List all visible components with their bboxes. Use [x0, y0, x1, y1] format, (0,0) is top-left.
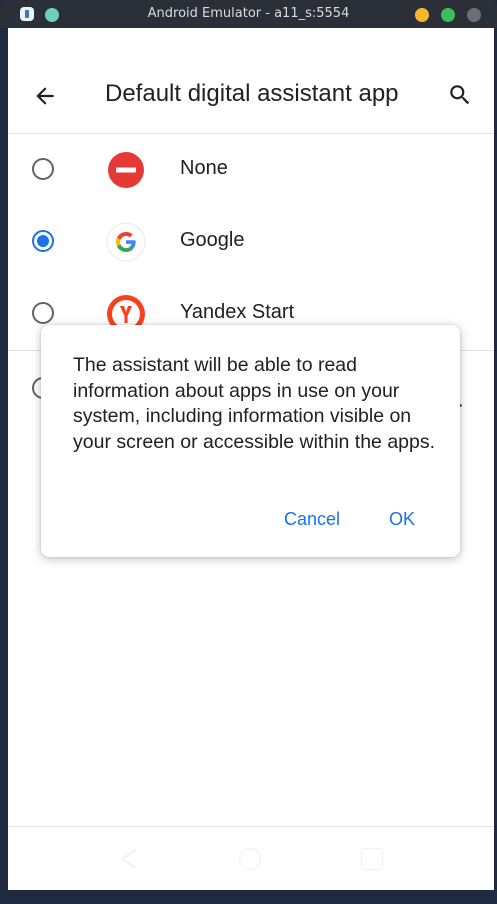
- window-bottom-frame: [0, 890, 497, 904]
- permission-dialog: The assistant will be able to read infor…: [41, 325, 460, 557]
- close-button[interactable]: [467, 8, 481, 22]
- ok-button[interactable]: OK: [389, 509, 415, 530]
- cancel-button[interactable]: Cancel: [284, 509, 340, 530]
- device-screen: Default digital assistant app None Googl…: [8, 28, 494, 890]
- emulator-window: Android Emulator - a11_s:5554 Default di…: [0, 0, 497, 904]
- dialog-message: The assistant will be able to read infor…: [73, 354, 436, 453]
- maximize-button[interactable]: [441, 8, 455, 22]
- minimize-button[interactable]: [415, 8, 429, 22]
- window-titlebar: Android Emulator - a11_s:5554: [0, 0, 497, 28]
